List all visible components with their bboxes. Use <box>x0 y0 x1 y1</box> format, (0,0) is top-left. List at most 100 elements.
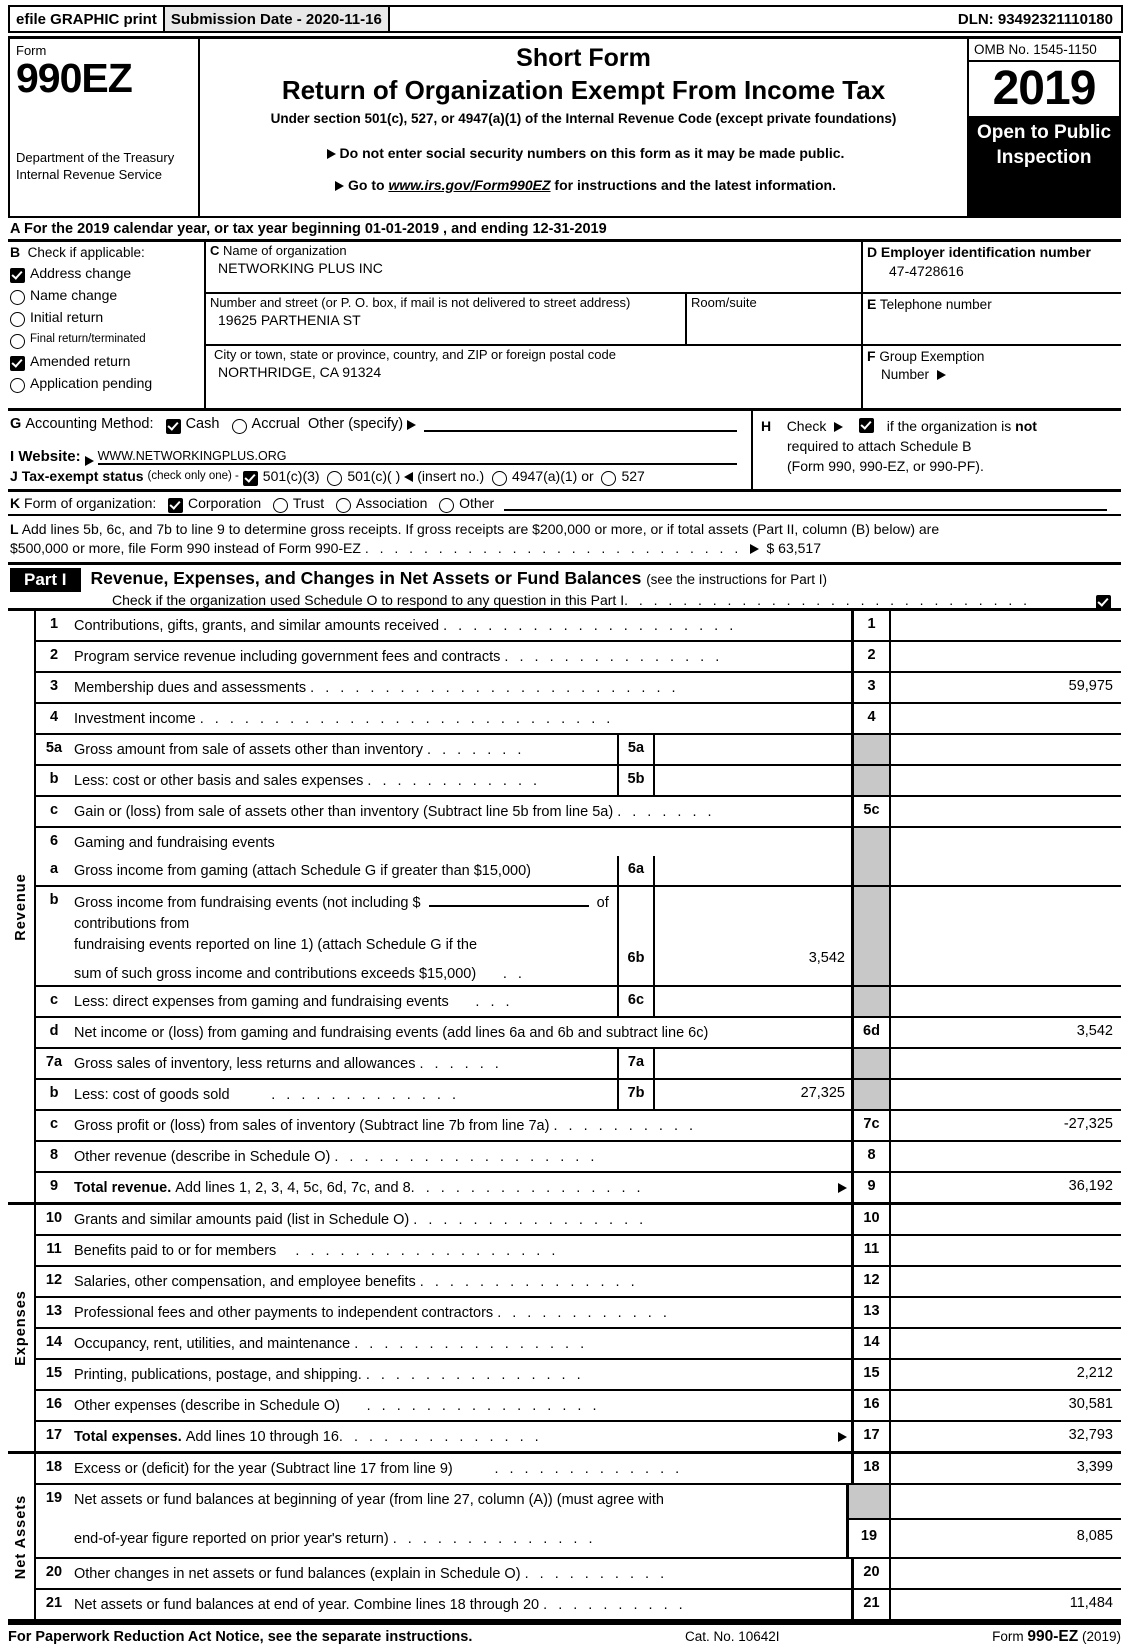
checkbox-cash-icon[interactable] <box>165 418 181 434</box>
line-text: Gross profit or (loss) from sales of inv… <box>74 1118 550 1134</box>
line-amount[interactable] <box>891 1298 1121 1327</box>
line-number: 10 <box>45 1210 63 1226</box>
section-b-heading-text: Check if applicable: <box>27 245 145 260</box>
line-text: Excess or (deficit) for the year (Subtra… <box>74 1461 453 1477</box>
checkbox-other-org-icon[interactable] <box>439 497 455 513</box>
checkbox-trust-icon[interactable] <box>272 497 288 513</box>
line-amount[interactable]: -27,325 <box>891 1111 1121 1140</box>
line-amount[interactable]: 3,399 <box>891 1454 1121 1483</box>
irs-form990ez-link[interactable]: www.irs.gov/Form990EZ <box>388 177 550 193</box>
city-value[interactable]: NORTHRIDGE, CA 91324 <box>210 363 861 381</box>
section-i-letter: I <box>10 448 15 465</box>
form-title-short-form: Short Form <box>516 44 651 72</box>
revenue-section: Revenue 1 Contributions, gifts, grants, … <box>8 608 1121 1205</box>
checkbox-icon[interactable] <box>10 290 25 305</box>
fundraising-contributions-input[interactable] <box>428 892 589 907</box>
line-text: Less: cost or other basis and sales expe… <box>74 773 364 789</box>
line-amount[interactable]: 32,793 <box>891 1422 1121 1451</box>
website-value[interactable]: WWW.NETWORKINGPLUS.ORG <box>97 449 291 465</box>
checkbox-icon[interactable] <box>10 356 25 371</box>
inner-line-amount[interactable] <box>655 735 851 764</box>
other-specify-input[interactable] <box>424 416 737 432</box>
footer-form-prefix: Form <box>992 1629 1024 1644</box>
line-text: Gross amount from sale of assets other t… <box>74 742 423 758</box>
line-description: Membership dues and assessments . . . . … <box>72 673 851 702</box>
other-specify-label: Other (specify) <box>307 416 404 432</box>
line-amount[interactable] <box>891 797 1121 826</box>
inner-line-amount[interactable] <box>655 987 851 1016</box>
line-amount[interactable] <box>891 1267 1121 1296</box>
checkbox-501c3-icon[interactable] <box>242 470 258 486</box>
inner-line-amount[interactable]: 27,325 <box>655 1080 851 1109</box>
line-amount[interactable] <box>891 642 1121 671</box>
checkbox-corporation-icon[interactable] <box>167 497 183 513</box>
checkbox-association-icon[interactable] <box>335 497 351 513</box>
section-b-letter: B <box>10 244 21 260</box>
checkbox-initial-return[interactable]: Initial return <box>10 307 204 328</box>
other-org-label: Other <box>459 495 495 511</box>
line-id-box: 16 <box>851 1391 891 1420</box>
inner-line-amount[interactable] <box>655 766 851 795</box>
checkbox-name-change[interactable]: Name change <box>10 285 204 306</box>
line-number: b <box>49 1085 59 1101</box>
section-l-letter: L <box>10 521 19 537</box>
gross-receipts-amount: $ 63,517 <box>766 540 822 556</box>
section-l-gross-receipts: L Add lines 5b, 6c, and 7b to line 9 to … <box>8 516 1121 565</box>
shaded-cell <box>851 766 891 795</box>
checkbox-icon[interactable] <box>10 334 25 349</box>
room-suite-label: Room/suite <box>691 295 757 310</box>
line-text: Less: direct expenses from gaming and fu… <box>74 994 449 1010</box>
shaded-cell <box>849 1485 889 1520</box>
line-amount[interactable] <box>891 1559 1121 1588</box>
line-amount[interactable]: 8,085 <box>891 1520 1121 1557</box>
line-amount[interactable]: 36,192 <box>891 1173 1121 1202</box>
ssn-warning-note: Do not enter social security numbers on … <box>200 145 967 161</box>
checkbox-501c-icon[interactable] <box>327 470 343 486</box>
checkbox-icon[interactable] <box>10 378 25 393</box>
checkbox-amended-return[interactable]: Amended return <box>10 351 204 372</box>
line-amount[interactable] <box>891 1205 1121 1234</box>
line-text: Other revenue (describe in Schedule O) <box>74 1149 331 1165</box>
section-h-text-a: if the organization is <box>886 418 1012 434</box>
efile-header-bar: efile GRAPHIC print Submission Date - 20… <box>8 5 1123 33</box>
inner-line-amount[interactable] <box>655 1049 851 1078</box>
checkbox-final-return-terminated[interactable]: Final return/terminated <box>10 329 204 350</box>
line-amount[interactable]: 3,542 <box>891 1018 1121 1047</box>
tax-exempt-status-label: Tax-exempt status <box>21 468 144 484</box>
ein-value[interactable]: 47-4728616 <box>867 262 1121 281</box>
leader-dots: . . . . . . . . . . . . . . . . . . . . … <box>199 711 614 727</box>
line-description: Contributions, gifts, grants, and simila… <box>72 611 851 640</box>
line-id-box: 7c <box>851 1111 891 1140</box>
line-amount[interactable]: 2,212 <box>891 1360 1121 1389</box>
inner-line-amount[interactable] <box>655 856 851 885</box>
checkbox-schedule-b-icon[interactable] <box>858 418 874 433</box>
line-amount[interactable] <box>891 611 1121 640</box>
inner-line-amount[interactable]: 3,542 <box>655 887 851 985</box>
checkbox-schedule-o-icon[interactable] <box>1096 594 1111 610</box>
website-input-rest[interactable] <box>290 446 737 465</box>
line-amount[interactable] <box>891 1329 1121 1358</box>
line-amount[interactable]: 11,484 <box>891 1590 1121 1619</box>
shaded-cell <box>851 856 891 885</box>
checkbox-4947a1-icon[interactable] <box>491 470 507 486</box>
org-name-value[interactable]: NETWORKING PLUS INC <box>210 259 861 277</box>
checkbox-accrual-icon[interactable] <box>231 418 247 434</box>
city-label: City or town, state or province, country… <box>214 347 616 362</box>
checkbox-address-change[interactable]: Address change <box>10 263 204 284</box>
checkbox-application-pending[interactable]: Application pending <box>10 373 204 394</box>
line-amount[interactable]: 30,581 <box>891 1391 1121 1420</box>
table-row: b Less: cost or other basis and sales ex… <box>36 766 1121 797</box>
checkbox-icon[interactable] <box>10 312 25 327</box>
checkbox-icon[interactable] <box>10 268 25 283</box>
leader-dots: . . . . . . . . . . . . . . . . <box>413 1212 647 1228</box>
section-h-line3: (Form 990, 990-EZ, or 990-PF). <box>787 458 984 474</box>
other-org-input[interactable] <box>504 495 1107 511</box>
street-value[interactable]: 19625 PARTHENIA ST <box>210 311 685 329</box>
line-amount[interactable]: 59,975 <box>891 673 1121 702</box>
line-amount[interactable] <box>891 1142 1121 1171</box>
section-g-letter: G <box>10 416 22 432</box>
line-number: 6 <box>49 833 59 849</box>
line-amount[interactable] <box>891 1236 1121 1265</box>
line-amount[interactable] <box>891 704 1121 733</box>
checkbox-527-icon[interactable] <box>601 470 617 486</box>
